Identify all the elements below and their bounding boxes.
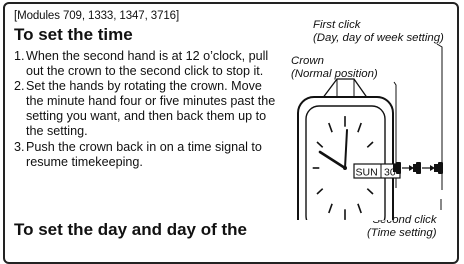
step-item: 2. Set the hands by rotating the crown. … [14, 79, 279, 139]
step-item: 3. Push the crown back in on a time sign… [14, 140, 279, 170]
step-text: Push the crown back in on a time signal … [26, 139, 262, 169]
crown-second-click [434, 162, 443, 174]
step-number: 3. [14, 139, 25, 154]
step-text: When the second hand is at 12 o’clock, p… [26, 49, 269, 79]
hand-pivot [343, 166, 347, 170]
second-click-label-line2: (Time setting) [367, 226, 437, 239]
step-number: 2. [14, 79, 25, 94]
section-title: To set the time [14, 25, 133, 44]
instruction-steps: 1. When the second hand is at 12 o’clock… [14, 49, 279, 170]
step-text: Set the hands by rotating the crown. Mov… [26, 79, 276, 139]
step-item: 1. When the second hand is at 12 o’clock… [14, 49, 279, 79]
watch-diagram: SUN 30 [297, 43, 443, 220]
next-section-title: To set the day and day of the [14, 220, 247, 239]
manual-page: [Modules 709, 1333, 1347, 3716] To set t… [0, 0, 464, 264]
modules-line: [Modules 709, 1333, 1347, 3716] [14, 10, 180, 22]
step-number: 1. [14, 49, 25, 63]
day-of-week: SUN [356, 167, 378, 179]
crown-first-click [413, 162, 421, 174]
